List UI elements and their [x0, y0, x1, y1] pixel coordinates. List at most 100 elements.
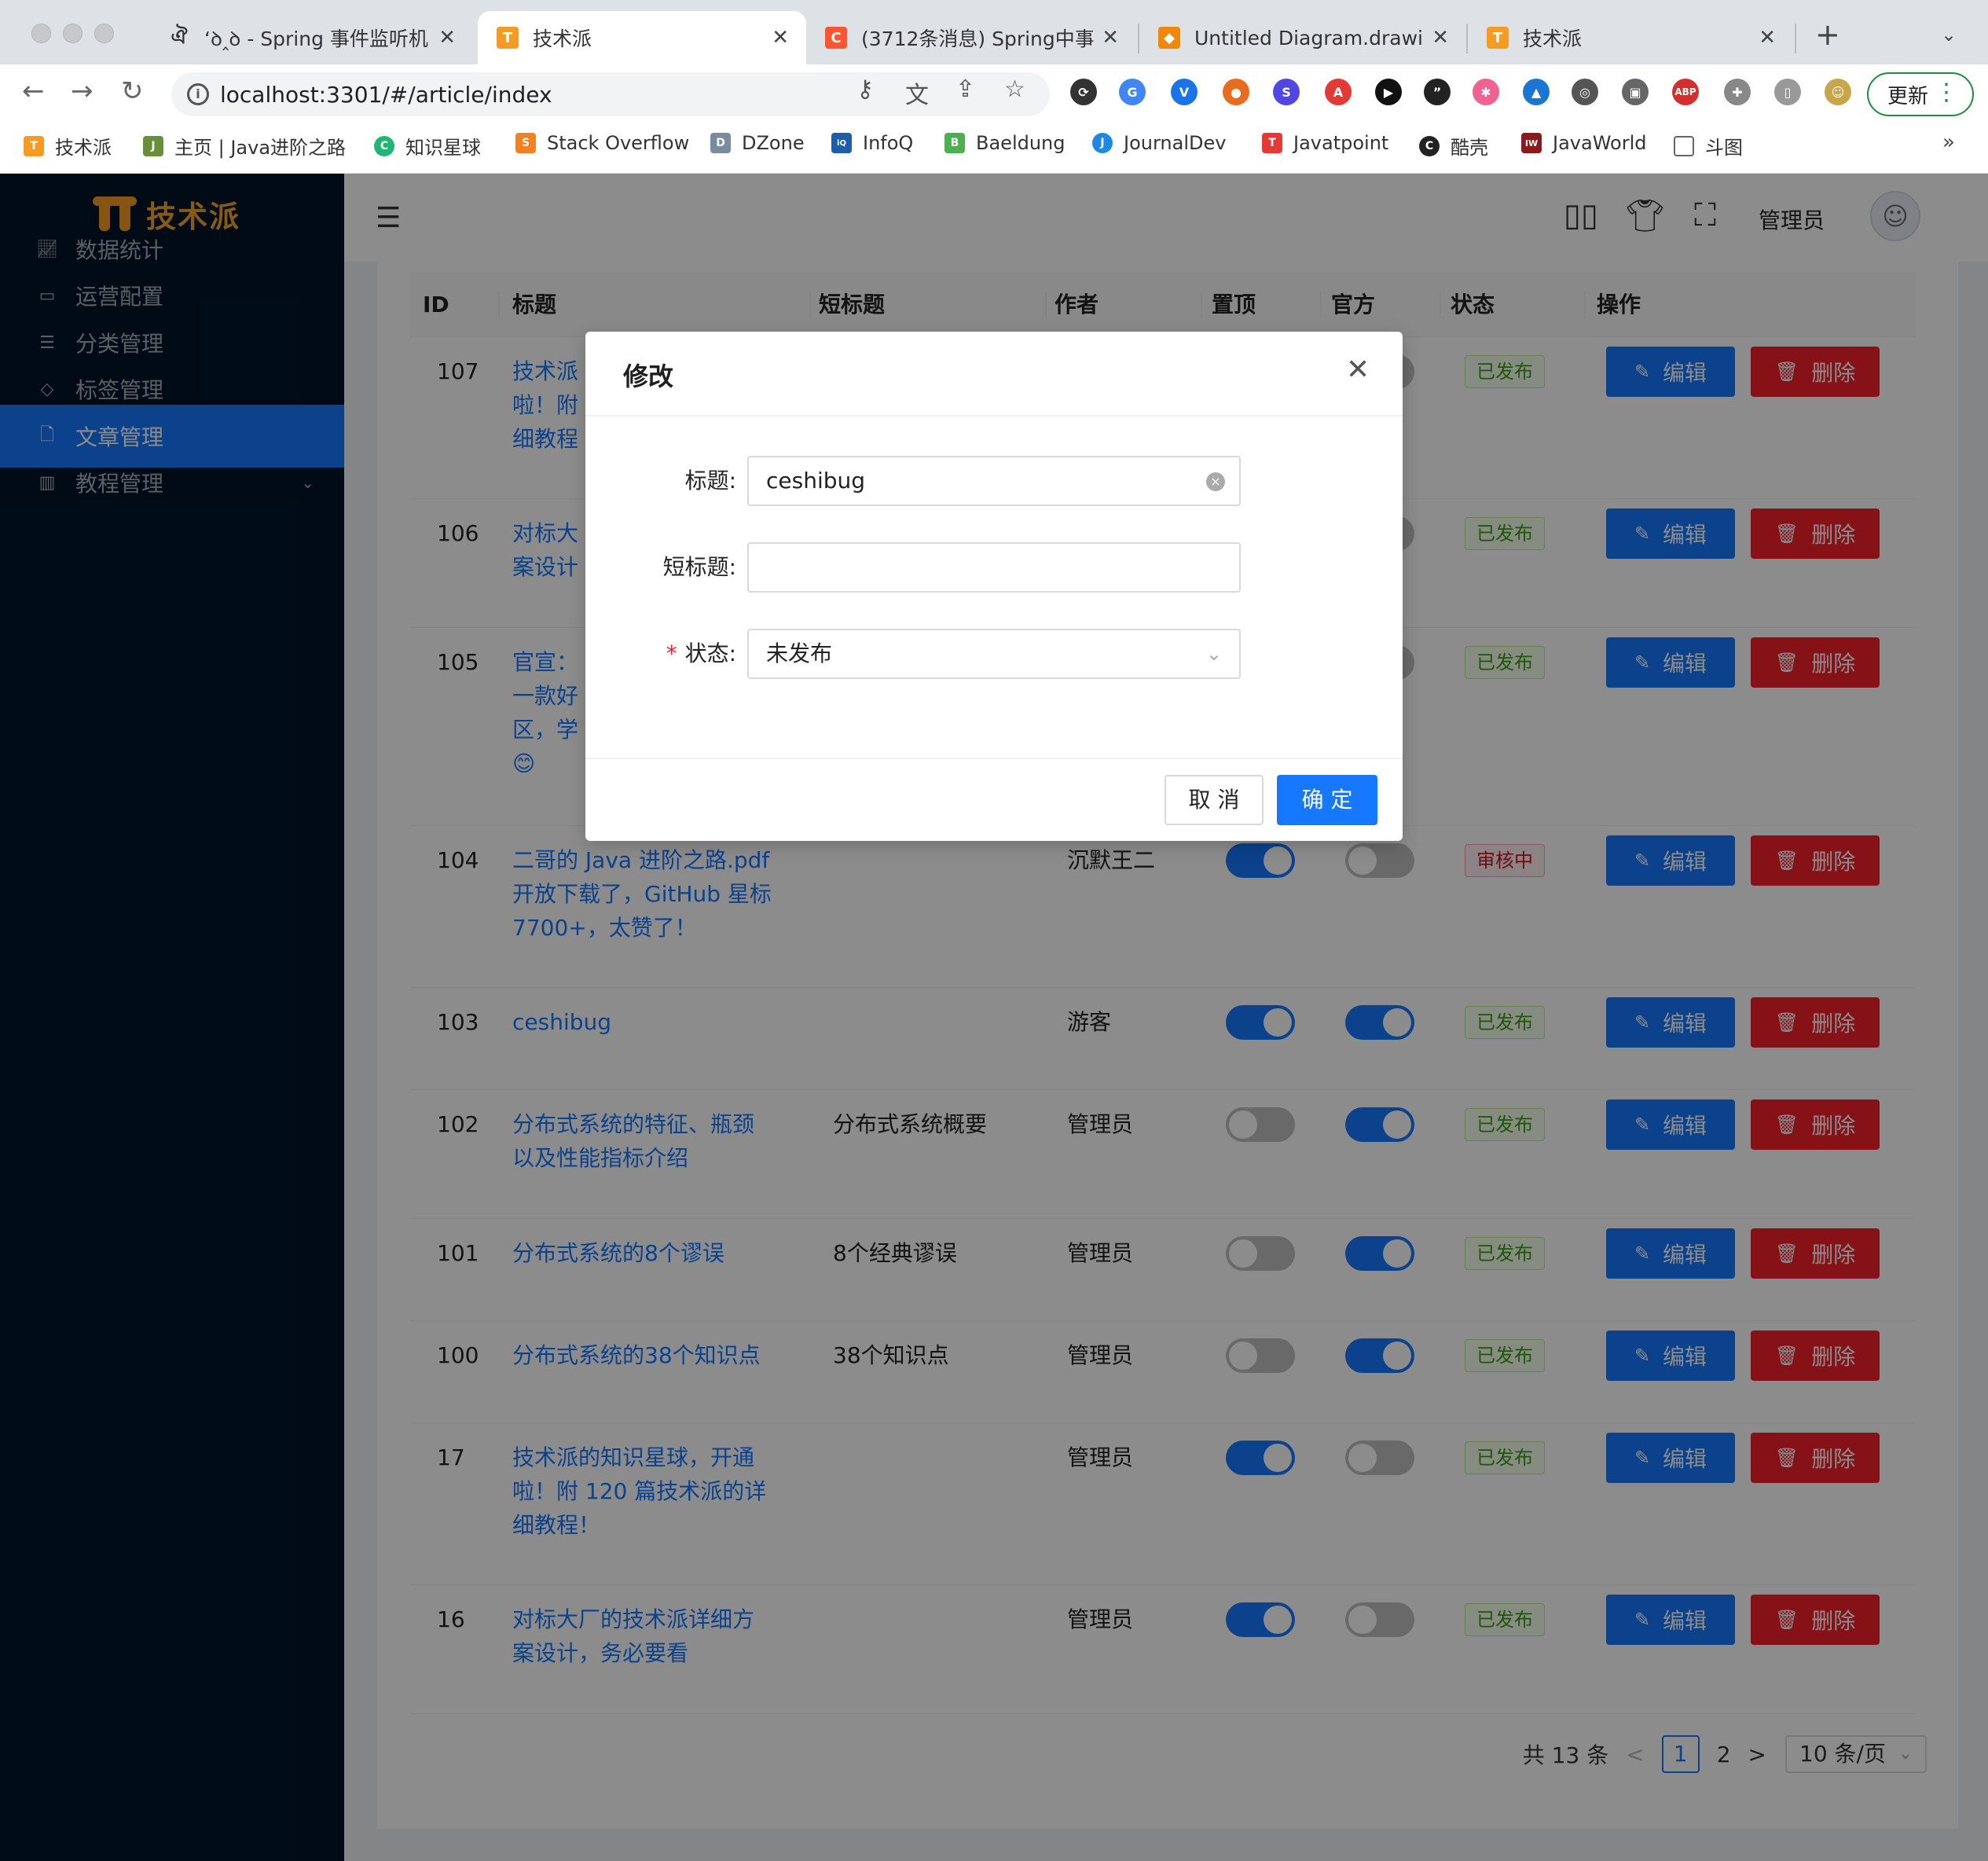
browser-tab[interactable]: ◆ Untitled Diagram.drawio - ✕ [1139, 11, 1466, 64]
status-field-label: * 状态: [585, 629, 736, 679]
address-bar[interactable]: i localhost:3301/#/article/index ⚷ 文 ⇪ ☆ [171, 72, 1050, 116]
url-text: localhost:3301/#/article/index [220, 81, 552, 108]
tab-separator [1795, 24, 1796, 53]
share-icon[interactable]: ⇪ [955, 75, 975, 103]
tab-close-icon[interactable]: ✕ [438, 26, 456, 50]
status-select[interactable]: 未发布 ⌄ [747, 629, 1241, 679]
bookmark-label: 酷壳 [1451, 137, 1488, 159]
jishupai-favicon-icon: T [497, 27, 519, 49]
bookmark-label: 主页 | Java进阶之路 [174, 137, 347, 159]
extension-sync-icon[interactable]: ⟳ [1070, 79, 1097, 105]
update-label: 更新 [1887, 84, 1929, 108]
bookmark-item[interactable]: C 酷壳 [1419, 132, 1488, 160]
dzone-favicon-icon: D [710, 133, 731, 153]
extension-circle-icon[interactable]: ◎ [1572, 79, 1598, 105]
translate-icon[interactable]: 文 [905, 75, 929, 110]
extensions-puzzle-icon[interactable]: ✚ [1724, 79, 1751, 105]
browser-update-button[interactable]: 更新 ⋮ [1867, 72, 1974, 116]
extension-vue-icon[interactable]: V [1171, 79, 1198, 105]
javaworld-favicon-icon: IW [1521, 133, 1542, 153]
bookmark-item[interactable]: J 主页 | Java进阶之路 [143, 132, 346, 160]
title-input[interactable]: ceshibug × [747, 456, 1241, 506]
bookmark-item[interactable]: B Baeldung [944, 132, 1066, 154]
extension-adblock-icon[interactable]: ABP [1672, 79, 1699, 105]
tab-title: 技术派 [533, 28, 592, 50]
short-title-input[interactable] [747, 542, 1241, 593]
short-title-field-label: 短标题: [585, 542, 736, 593]
modal-footer-divider [585, 758, 1403, 759]
baeldung-favicon-icon: B [944, 133, 965, 153]
folder-icon [1674, 135, 1694, 156]
label-text: 短标题: [662, 554, 736, 580]
infoq-favicon-icon: iQ [831, 133, 852, 153]
extension-cds-icon[interactable]: A [1325, 79, 1352, 105]
extension-pinwheel-icon[interactable]: ✱ [1473, 79, 1499, 105]
bookmark-label: InfoQ [863, 132, 914, 154]
tab-strip: ঐ ʻꝺ‸ꝺ - Spring 事件监听机 ✕ T 技术派 ✕ C (3712条… [0, 0, 1988, 64]
tab-close-icon[interactable]: ✕ [772, 26, 789, 50]
csdn-favicon-icon: C [825, 27, 847, 49]
profile-avatar-icon[interactable]: ☺ [1825, 79, 1851, 105]
key-icon[interactable]: ⚷ [856, 75, 874, 103]
edit-article-modal: 修改 ✕ 标题: ceshibug × 短标题: * 状态: 未发布 ⌄ 取 消 … [585, 332, 1403, 841]
reload-icon[interactable]: ↻ [121, 75, 144, 107]
bookmark-label: JournalDev [1124, 132, 1227, 154]
extension-translate-icon[interactable]: G [1119, 79, 1146, 105]
extension-s-icon[interactable]: S [1273, 79, 1300, 105]
bookmark-item[interactable]: T 技术派 [24, 132, 112, 160]
bookmark-item[interactable]: iQ InfoQ [831, 132, 913, 154]
browser-tab[interactable]: C (3712条消息) Spring中事件 ✕ [806, 11, 1136, 64]
extension-graduation-icon[interactable]: ▲ [1523, 79, 1550, 105]
modal-header-divider [585, 415, 1403, 417]
title-field-label: 标题: [585, 456, 736, 506]
bookmark-star-icon[interactable]: ☆ [1004, 75, 1025, 103]
window-close-button[interactable] [31, 24, 51, 43]
confirm-button[interactable]: 确 定 [1277, 775, 1377, 825]
bookmark-item[interactable]: T Javatpoint [1262, 132, 1388, 154]
tab-close-icon[interactable]: ✕ [1759, 26, 1776, 50]
tab-title: 技术派 [1523, 28, 1583, 50]
browser-tab[interactable]: T 技术派 ✕ [1468, 11, 1793, 64]
tab-search-chevron-icon[interactable]: ⌄ [1941, 24, 1957, 46]
forward-arrow-icon[interactable]: → [71, 75, 94, 107]
new-tab-plus-icon[interactable]: + [1815, 17, 1840, 52]
more-vertical-icon[interactable]: ⋮ [1935, 79, 1958, 106]
bookmarks-overflow-icon[interactable]: » [1942, 130, 1955, 154]
label-text: 标题: [684, 468, 736, 494]
java-favicon-icon: J [143, 135, 163, 156]
bookmark-folder[interactable]: 斗图 [1674, 132, 1743, 160]
bookmark-item[interactable]: C 知识星球 [374, 132, 481, 160]
back-arrow-icon[interactable]: ← [22, 75, 45, 107]
tab-close-icon[interactable]: ✕ [1432, 26, 1449, 50]
tab-title: Untitled Diagram.drawio - [1194, 26, 1425, 50]
window-minimize-button[interactable] [63, 24, 83, 43]
journaldev-favicon-icon: J [1092, 133, 1113, 153]
site-info-icon[interactable]: i [187, 83, 209, 105]
bookmark-label: Baeldung [976, 132, 1066, 154]
window-zoom-button[interactable] [94, 24, 114, 43]
browser-chrome: ঐ ʻꝺ‸ꝺ - Spring 事件监听机 ✕ T 技术派 ✕ C (3712条… [0, 0, 1988, 174]
extension-pair-icon[interactable]: ▣ [1622, 79, 1649, 105]
tab-close-icon[interactable]: ✕ [1102, 26, 1119, 50]
bookmark-item[interactable]: D DZone [710, 132, 805, 154]
bookmark-label: 技术派 [55, 137, 112, 159]
close-icon[interactable]: ✕ [1346, 354, 1370, 386]
side-panel-icon[interactable]: ▯ [1774, 79, 1801, 105]
cancel-button[interactable]: 取 消 [1165, 775, 1264, 825]
bookmark-label: 知识星球 [405, 137, 481, 159]
clear-icon[interactable]: × [1206, 472, 1225, 491]
drawio-favicon-icon: ◆ [1158, 27, 1180, 49]
extension-fox-icon[interactable]: ● [1223, 79, 1249, 105]
bookmark-item[interactable]: J JournalDev [1092, 132, 1226, 154]
tab-title: (3712条消息) Spring中事件 [861, 28, 1095, 50]
bookmark-item[interactable]: IW JavaWorld [1521, 132, 1646, 154]
extension-chat-icon[interactable]: ” [1424, 79, 1451, 105]
zsxq-favicon-icon: C [374, 135, 394, 156]
extension-play-icon[interactable]: ▶ [1375, 79, 1402, 105]
jishupai-favicon-icon: T [24, 135, 44, 156]
required-asterisk: * [666, 641, 677, 666]
bookmark-item[interactable]: S Stack Overflow [515, 132, 689, 154]
title-input-value: ceshibug [766, 468, 866, 494]
browser-tab[interactable]: ঐ ʻꝺ‸ꝺ - Spring 事件监听机 ✕ [149, 11, 473, 64]
browser-tab-active[interactable]: T 技术派 ✕ [478, 11, 806, 64]
